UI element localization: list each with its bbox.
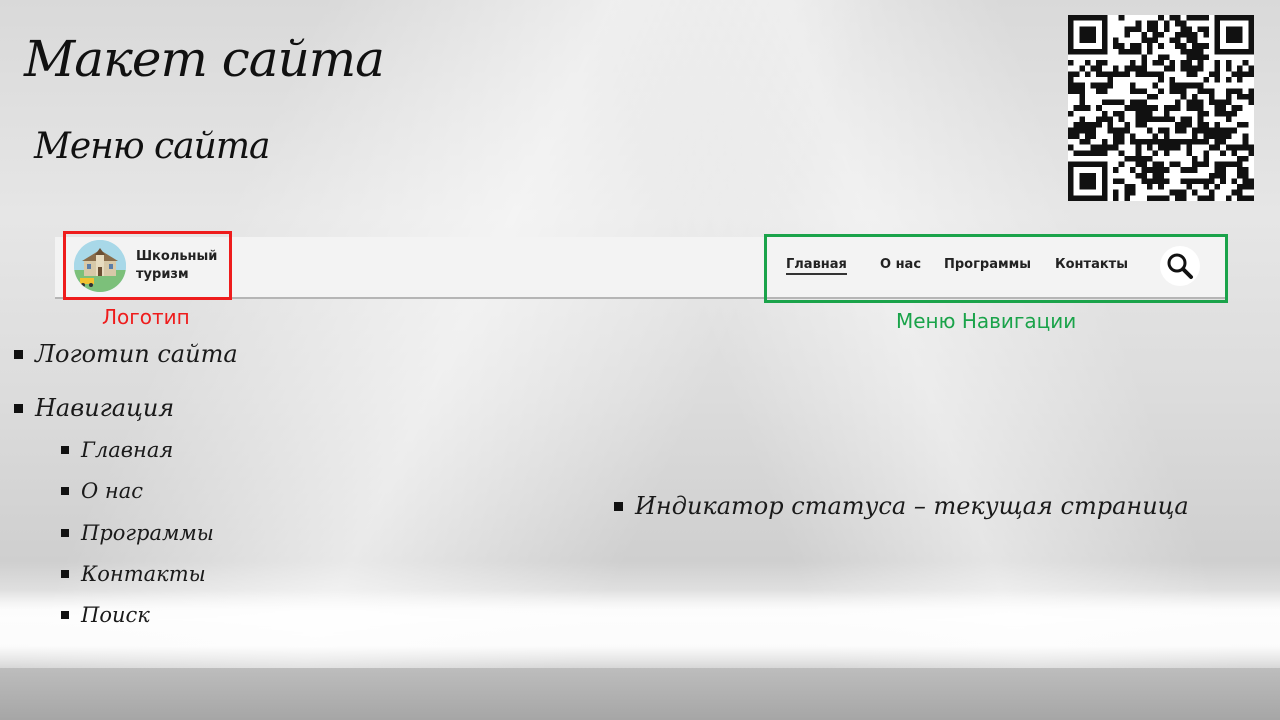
bullet-status-text: Индикатор статуса – текущая страница [635,492,1189,520]
slide-title: Макет сайта [24,30,385,88]
bullet-navigation: Навигация [14,394,174,422]
bullet-marker [61,611,69,619]
sub-bullet-text: Главная [81,438,174,462]
bullet-logo: Логотип сайта [14,340,238,368]
qr-code [1068,15,1254,201]
sub-bullet-search: Поиск [61,603,150,627]
bullet-marker [14,349,23,359]
bullet-marker [61,570,69,578]
bullet-marker [61,446,69,454]
sub-bullet-contacts: Контакты [61,562,206,586]
bullet-navigation-text: Навигация [35,394,175,422]
sub-bullet-text: Программы [81,521,214,545]
bullet-status: Индикатор статуса – текущая страница [614,492,1189,520]
bullet-marker [614,501,623,511]
nav-caption: Меню Навигации [896,309,1077,333]
bullet-marker [61,487,69,495]
logo-caption: Логотип [102,305,190,329]
logo-highlight-frame [63,231,232,300]
sub-bullet-about: О нас [61,479,143,503]
background-floor [0,590,1280,670]
nav-highlight-frame [764,234,1228,303]
bullet-marker [14,403,23,413]
sub-bullet-text: Контакты [81,562,206,586]
background-floor-edge [0,668,1280,720]
sub-bullet-home: Главная [61,438,173,462]
slide-subtitle: Меню сайта [34,126,270,167]
sub-bullet-text: О нас [81,479,144,503]
bullet-marker [61,529,69,537]
sub-bullet-programs: Программы [61,521,214,545]
sub-bullet-text: Поиск [81,603,150,627]
bullet-logo-text: Логотип сайта [35,340,238,368]
